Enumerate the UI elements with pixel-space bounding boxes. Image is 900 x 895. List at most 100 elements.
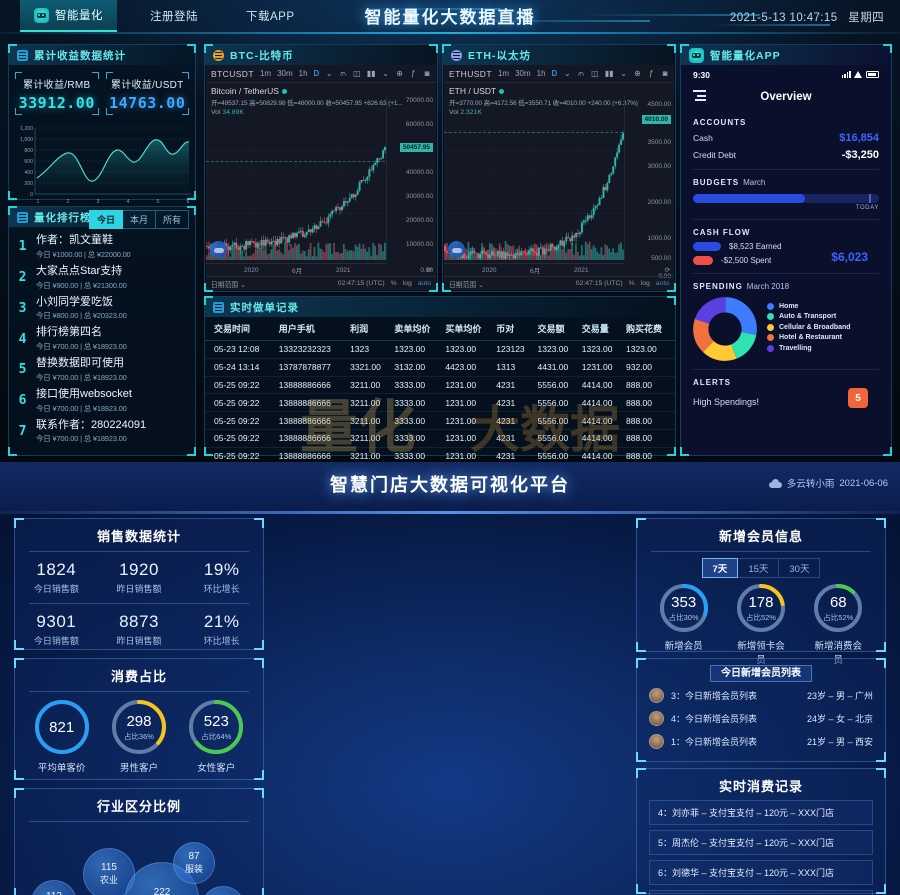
eth-date-range[interactable]: 日期范围 ⌄ <box>449 279 484 289</box>
rank-row[interactable]: 4 排行榜第四名 今日 ¥700.00 | 总 ¥18923.00 <box>9 323 195 354</box>
btc-pair: Bitcoin / TetherUS <box>211 86 279 96</box>
eth-symbol[interactable]: ETHUSDT <box>449 69 492 79</box>
members-tab-15d[interactable]: 15天 <box>738 558 780 578</box>
rank-row[interactable]: 1 作者：凯文童鞋 今日 ¥1000.00 | 总 ¥22000.00 <box>9 231 195 262</box>
alerts-heading: ALERTS <box>693 378 731 387</box>
rank-row[interactable]: 2 大家点点Star支持 今日 ¥900.00 | 总 ¥21300.00 <box>9 262 195 293</box>
orders-column-header: 交易额 <box>535 317 580 341</box>
table-row[interactable]: 05-24 13:14 13787878877 3321.00 3132.00 4423… <box>205 358 675 377</box>
function-icon[interactable]: ƒ <box>409 68 417 79</box>
rank-meta: 今日 ¥700.00 | 总 ¥18923.00 <box>36 434 127 444</box>
orders-column-header: 购买花费 <box>623 317 675 341</box>
members-tab-30d[interactable]: 30天 <box>779 558 821 578</box>
alerts-badge[interactable]: 5 <box>848 388 868 408</box>
rank-tab-all[interactable]: 所有 <box>155 210 189 229</box>
btc-ytick: 20000.00 <box>405 217 433 224</box>
list-item[interactable]: 1：今日新增会员列表 21岁 – 男 – 西安 <box>637 730 885 753</box>
eth-interval-30m[interactable]: 30m <box>515 69 531 78</box>
rank-tab-today[interactable]: 今日 <box>88 210 123 229</box>
table-cell: 05-25 09:22 <box>205 393 277 413</box>
ring-value: 353 <box>671 593 697 611</box>
eth-ytick: 4500.00 <box>647 101 672 108</box>
industry-bubble[interactable]: 87 服装 <box>173 842 215 884</box>
snapshot-icon[interactable]: ◙ <box>661 68 669 79</box>
rank-row[interactable]: 7 联系作者：280224091 今日 ¥700.00 | 总 ¥18923.00 <box>9 416 195 447</box>
table-row[interactable]: 05-25 09:22 13888886666 3211.00 3333.00 1231… <box>205 376 675 395</box>
industry-bubble[interactable]: 113互联网 <box>31 880 77 895</box>
list-item[interactable]: 4：刘亦菲 – 支付宝支付 – 120元 – XXX门店 <box>649 800 873 825</box>
chevron-down-icon[interactable]: ⌄ <box>620 68 628 79</box>
list-item[interactable]: 3：今日新增会员列表 23岁 – 男 – 广州 <box>637 684 885 707</box>
function-icon[interactable]: ƒ <box>647 68 655 79</box>
table-cell: 1231.00 <box>579 358 624 377</box>
list-item[interactable]: 4：今日新增会员列表 24岁 – 女 – 北京 <box>637 707 885 730</box>
chevron-down-icon[interactable]: ⌄ <box>325 68 333 79</box>
btc-interval-30m[interactable]: 30m <box>277 69 293 78</box>
table-cell: 3211.00 <box>348 447 393 462</box>
table-cell: 1231.00 <box>443 447 495 462</box>
btc-scale-log[interactable]: log <box>403 280 412 287</box>
ring-label: 新增会员 <box>664 641 703 652</box>
refresh-icon[interactable]: ⟳ <box>665 266 670 274</box>
industry-bubble[interactable]: 95医疗 <box>201 886 245 895</box>
eth-tradingview-widget[interactable]: ETHUSDT 1m 30m 1h D ⌄ ⫙ ◫ ▮▮ ⌄ ⊕ ƒ ◙ ETH… <box>444 65 674 290</box>
snapshot-icon[interactable]: ◙ <box>423 68 431 79</box>
add-compare-icon[interactable]: ⊕ <box>634 68 642 79</box>
btc-symbol[interactable]: BTCUSDT <box>211 69 254 79</box>
table-row[interactable]: 05-25 09:22 13888886666 3211.00 3333.00 1231… <box>205 393 675 413</box>
ranking-icon <box>17 211 28 223</box>
rank-tab-month[interactable]: 本月 <box>122 210 156 229</box>
refresh-icon[interactable]: ⟳ <box>427 266 432 274</box>
table-row[interactable]: 05-25 09:22 13888886666 3211.00 3333.00 1231… <box>205 429 675 448</box>
eth-scale-auto[interactable]: auto <box>656 280 669 287</box>
btc-interval-1h[interactable]: 1h <box>299 69 308 78</box>
ring-percent: 占比36% <box>123 731 154 741</box>
indicator-icon[interactable]: ▮▮ <box>367 68 376 79</box>
table-cell: 4431.00 <box>535 358 580 377</box>
rank-row[interactable]: 5 替换数据即可使用 今日 ¥700.00 | 总 ¥18923.00 <box>9 354 195 385</box>
list-item[interactable]: 6：刘德华 – 支付宝支付 – 120元 – XXX门店 <box>649 860 873 885</box>
btc-price-scale[interactable]: 70000.00 60000.00 50457.95 40000.00 3000… <box>386 95 436 274</box>
table-row[interactable]: 05-23 12:08 13323232323 1323 1323.00 1323.00… <box>205 340 675 359</box>
table-row[interactable]: 05-25 09:22 13888886666 3211.00 3333.00 1231… <box>205 411 675 430</box>
legend-item: Home <box>767 302 851 310</box>
btc-interval-d[interactable]: D <box>314 69 320 78</box>
rank-row[interactable]: 3 小刘同学爱吃饭 今日 ¥800.00 | 总 ¥20323.00 <box>9 293 195 324</box>
table-cell: 5556.00 <box>535 429 580 448</box>
battery-icon <box>866 71 879 78</box>
chevron-down-icon[interactable]: ⌄ <box>563 68 571 79</box>
btc-scale-auto[interactable]: auto <box>418 280 431 287</box>
ring-chart: 523 占比64% 女性客户 <box>187 698 245 774</box>
eth-scale-percent[interactable]: % <box>629 280 635 287</box>
btc-interval-1m[interactable]: 1m <box>260 69 271 78</box>
eth-interval-1m[interactable]: 1m <box>498 69 509 78</box>
bar-style-icon[interactable]: ◫ <box>591 68 599 79</box>
btc-clock: 02:47:15 (UTC) <box>337 280 385 287</box>
table-row[interactable]: 05-25 09:22 13888886666 3211.00 3333.00 1231… <box>205 447 675 462</box>
eth-price-scale[interactable]: 4500.00 4010.00 3500.00 3000.00 2000.00 … <box>624 95 674 280</box>
list-item[interactable]: 1：凯文童鞋 – 支付宝支付 – 120元 – XXX门店 <box>649 890 873 895</box>
candle-type-icon[interactable]: ⫙ <box>577 68 585 79</box>
btc-tradingview-widget[interactable]: BTCUSDT 1m 30m 1h D ⌄ ⫙ ◫ ▮▮ ⌄ ⊕ ƒ ◙ Bit… <box>206 65 436 290</box>
legend-color-dot <box>767 313 774 321</box>
eth-scale-log[interactable]: log <box>641 280 650 287</box>
table-cell: 3333.00 <box>392 411 444 430</box>
bar-style-icon[interactable]: ◫ <box>353 68 361 79</box>
btc-date-range[interactable]: 日期范围 ⌄ <box>211 279 246 289</box>
table-cell: 4231 <box>494 411 536 430</box>
divider <box>693 219 879 220</box>
btc-scale-percent[interactable]: % <box>391 280 397 287</box>
svg-text:600: 600 <box>24 159 33 165</box>
indicator-icon[interactable]: ▮▮ <box>605 68 614 79</box>
list-item[interactable]: 5：周杰伦 – 支付宝支付 – 120元 – XXX门店 <box>649 830 873 855</box>
table-cell: 888.00 <box>623 376 675 395</box>
candle-type-icon[interactable]: ⫙ <box>339 68 347 79</box>
account-row-credit: Credit Debt -$3,250 <box>693 149 879 161</box>
eth-interval-d[interactable]: D <box>552 69 558 78</box>
rank-row[interactable]: 6 接口使用websocket 今日 ¥700.00 | 总 ¥18923.00 <box>9 385 195 416</box>
members-tab-7d[interactable]: 7天 <box>701 558 739 578</box>
eth-interval-1h[interactable]: 1h <box>537 69 546 78</box>
add-compare-icon[interactable]: ⊕ <box>396 68 404 79</box>
budget-today-label: TODAY <box>855 205 879 211</box>
chevron-down-icon[interactable]: ⌄ <box>382 68 390 79</box>
